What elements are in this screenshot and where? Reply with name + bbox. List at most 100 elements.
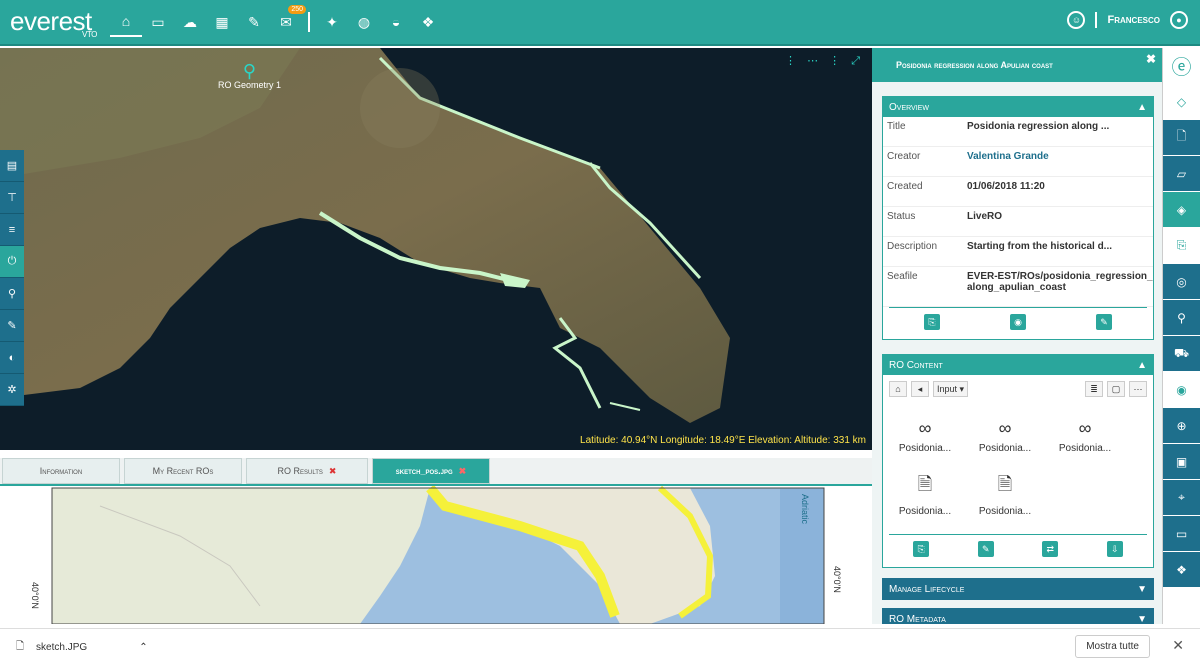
home-icon[interactable]: ⌂ xyxy=(889,381,907,397)
show-all-button[interactable]: Mostra tutte xyxy=(1075,635,1150,658)
top-bar: everest VTO ⌂ ▭ ☁ ▦ ✎ ✉ 250 ✦ ◍ ◒ ❖ ☺ Fran… xyxy=(0,0,1200,46)
view-button[interactable]: ◉ xyxy=(1010,314,1026,330)
metadata-section[interactable]: RO Metadata ▼ xyxy=(882,608,1154,624)
link-icon: ∞ xyxy=(998,418,1012,438)
collapse-icon[interactable]: ▲ xyxy=(1137,102,1147,113)
layers-icon[interactable]: ◈ xyxy=(1163,192,1200,228)
overview-rows: Title Posidonia regression along ... Creat… xyxy=(883,117,1153,307)
runner-icon[interactable]: ✦ xyxy=(316,7,348,37)
list-item[interactable]: ∞ Posidonia... xyxy=(965,407,1045,465)
add-button[interactable]: ⎘ xyxy=(913,541,930,557)
tab-ro-results[interactable]: RO Results ✖ xyxy=(246,458,368,484)
metadata-header[interactable]: RO Metadata ▼ xyxy=(883,609,1153,624)
status-icon[interactable]: ☺ xyxy=(1067,11,1086,29)
close-icon[interactable]: ✖ xyxy=(459,466,467,477)
gear-icon[interactable]: ✲ xyxy=(0,374,24,406)
notification-badge: 250 xyxy=(288,5,306,14)
filter-icon[interactable]: ⊤ xyxy=(0,182,24,214)
more-icon[interactable]: ⋯ xyxy=(1129,381,1147,397)
zoom-icon[interactable]: ⊕ xyxy=(1163,408,1200,444)
download-item[interactable]: 🗋 sketch.JPG ⌃ xyxy=(16,639,148,656)
home-icon[interactable]: ⌂ xyxy=(110,7,142,37)
settings-icon[interactable]: ◍ xyxy=(348,7,380,37)
tab-sketch[interactable]: sketch_pos.jpg ✖ xyxy=(372,458,490,484)
ro-content-header[interactable]: RO Content ▲ xyxy=(883,355,1153,375)
expand-icon[interactable]: ▼ xyxy=(1137,584,1147,595)
search-icon[interactable]: ⚲ xyxy=(0,278,24,310)
close-icon[interactable]: ✖ xyxy=(329,466,337,477)
location-pin-icon[interactable]: ⚲ xyxy=(218,62,281,80)
close-icon[interactable]: ✕ xyxy=(1172,637,1184,654)
list-item[interactable]: ∞ Posidonia... xyxy=(1045,407,1125,465)
select-icon[interactable]: ▢ xyxy=(1107,381,1125,397)
row-value: 01/06/2018 11:20 xyxy=(967,181,1045,192)
location-icon[interactable]: ⌖ xyxy=(1163,480,1200,516)
list-item[interactable]: ∞ Posidonia... xyxy=(885,407,965,465)
map-controls[interactable]: ⋮ ⋯ ⋮ ⤢ xyxy=(785,54,864,68)
chevron-up-icon[interactable]: ⌃ xyxy=(139,642,147,653)
chat-icon[interactable]: ▣ xyxy=(1163,444,1200,480)
content-grid: ∞ Posidonia... ∞ Posidonia... ∞ Posidonia..… xyxy=(883,403,1153,527)
pencil-icon[interactable]: ✎ xyxy=(0,310,24,342)
edit-button[interactable]: ✎ xyxy=(1096,314,1112,330)
user-area: ☺ Francesco ● xyxy=(1067,11,1188,29)
content-toolbar: ⌂ ◂ Input ▾ ≣ ▢ ⋯ xyxy=(883,375,1153,403)
calculator-icon[interactable]: ▦ xyxy=(206,7,238,37)
edit-icon[interactable]: ✎ xyxy=(238,7,270,37)
lifecycle-header[interactable]: Manage Lifecycle ▼ xyxy=(883,579,1153,599)
document-icon: 🗎 xyxy=(917,473,933,494)
download-filename[interactable]: sketch.JPG xyxy=(36,642,87,653)
settings-icon[interactable]: ◉ xyxy=(1163,372,1200,408)
edit-button[interactable]: ✎ xyxy=(977,541,994,557)
list-item[interactable]: 🗎 Posidonia... xyxy=(885,465,965,523)
input-dropdown[interactable]: Input ▾ xyxy=(933,381,969,397)
divider xyxy=(308,12,310,32)
globe-icon[interactable]: ◐ xyxy=(0,342,24,374)
cube-icon[interactable]: ◇ xyxy=(1163,84,1200,120)
overview-row: Description Starting from the historical … xyxy=(883,237,1153,267)
monitor-icon[interactable]: ▭ xyxy=(1163,516,1200,552)
lifecycle-section[interactable]: Manage Lifecycle ▼ xyxy=(882,578,1154,600)
download-button[interactable]: ⇩ xyxy=(1106,541,1123,557)
bowl-icon[interactable]: ◒ xyxy=(380,7,412,37)
tab-information[interactable]: Information xyxy=(2,458,120,484)
cloud-icon[interactable]: ☁ xyxy=(174,7,206,37)
search-icon[interactable]: ⚲ xyxy=(1163,300,1200,336)
turtle-icon[interactable]: ❖ xyxy=(412,7,444,37)
list-icon[interactable]: ≡ xyxy=(0,214,24,246)
inbox-icon[interactable]: ✉ 250 xyxy=(270,5,306,37)
right-sidebar: ⓔ ◇ 🗋 ▱ ◈ ⎘ ◎ ⚲ ⛟ ◉ ⊕ ▣ ⌖ ▭ ❖ xyxy=(1162,48,1200,624)
tab-recent-ros[interactable]: My Recent ROs xyxy=(124,458,242,484)
share-button[interactable]: ⎘ xyxy=(924,314,940,330)
cart-icon[interactable]: ⛟ xyxy=(1163,336,1200,372)
turtle-icon[interactable]: ❖ xyxy=(1163,552,1200,588)
overview-header[interactable]: Overview ▲ xyxy=(883,97,1153,117)
collapse-icon[interactable]: ▲ xyxy=(1137,360,1147,371)
share-button[interactable]: ⇄ xyxy=(1042,541,1059,557)
map-view[interactable]: ⚲ RO Geometry 1 ⋮ ⋯ ⋮ ⤢ Latitude: 40.94°… xyxy=(0,48,872,450)
overview-row: Creator Valentina Grande xyxy=(883,147,1153,177)
map-marker[interactable]: ⚲ RO Geometry 1 xyxy=(218,62,281,90)
close-icon[interactable]: ✖ xyxy=(1146,52,1156,66)
user-name[interactable]: Francesco xyxy=(1107,14,1160,26)
overview-actions: ⎘ ◉ ✎ xyxy=(889,307,1147,336)
row-value[interactable]: Valentina Grande xyxy=(967,151,1153,162)
expand-icon[interactable]: ▼ xyxy=(1137,614,1147,624)
top-nav: ⌂ ▭ ☁ ▦ ✎ ✉ 250 ✦ ◍ ◒ ❖ xyxy=(110,5,444,37)
power-icon[interactable]: ⏻ xyxy=(0,246,24,278)
file-icon[interactable]: 🗋 xyxy=(1163,120,1200,156)
everest-icon[interactable]: ⓔ xyxy=(1163,48,1200,84)
lat-label-right: 40°0'N xyxy=(832,566,842,593)
ro-panel: Posidonia regression along Apulian coast… xyxy=(872,48,1162,624)
copy-icon[interactable]: ⎘ xyxy=(1163,228,1200,264)
logo[interactable]: everest VTO xyxy=(10,6,97,39)
globe-icon[interactable]: ◎ xyxy=(1163,264,1200,300)
avatar-icon[interactable]: ● xyxy=(1170,11,1188,29)
folder-icon[interactable]: ▱ xyxy=(1163,156,1200,192)
marker-label: RO Geometry 1 xyxy=(218,80,282,90)
back-icon[interactable]: ◂ xyxy=(911,381,929,397)
book-icon[interactable]: ▤ xyxy=(0,150,24,182)
list-view-icon[interactable]: ≣ xyxy=(1085,381,1103,397)
community-icon[interactable]: ▭ xyxy=(142,7,174,37)
list-item[interactable]: 🗎 Posidonia... xyxy=(965,465,1045,523)
